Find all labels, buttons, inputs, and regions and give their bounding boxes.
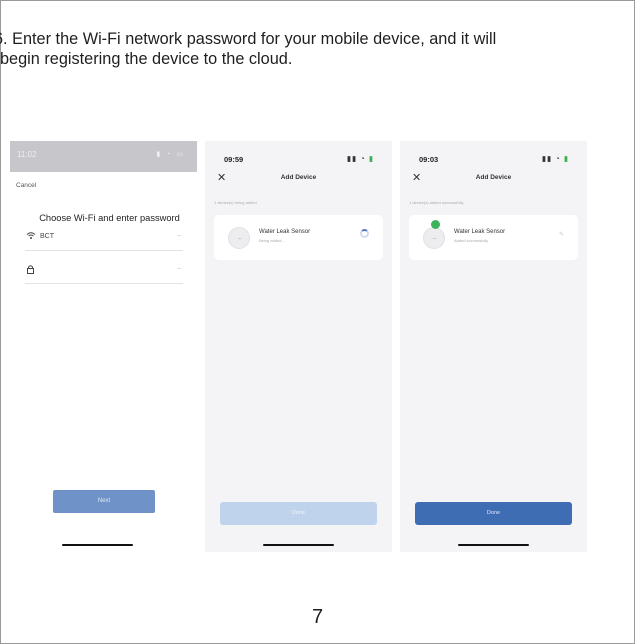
status-bar: 11:02 ▮ ◔ ▭: [10, 141, 197, 172]
loading-spinner-icon: [360, 229, 369, 238]
success-badge-icon: [431, 220, 440, 229]
device-status: Added successfully: [454, 238, 489, 243]
adding-device-screen: 09:59 ▮▮ ◔ ▮ ✕ Add Device 1 device(s) be…: [205, 141, 392, 552]
instruction-text: 6. Enter the Wi-Fi network password for …: [0, 30, 497, 68]
wifi-password-screen: 11:02 ▮ ◔ ▭ Cancel Choose Wi-Fi and ente…: [10, 141, 197, 552]
device-name: Water Leak Sensor: [454, 229, 506, 235]
done-button[interactable]: Done: [220, 502, 377, 525]
device-added-screen: 09:03 ▮▮ ◔ ▮ ✕ Add Device 1 device(s) ad…: [400, 141, 587, 552]
status-time: 09:03: [419, 155, 439, 164]
status-time: 11:02: [17, 150, 37, 159]
edit-icon[interactable]: ✎: [559, 231, 564, 238]
signal-wifi-battery-icon: ▮▮ ◔ ▮: [346, 154, 374, 163]
next-button[interactable]: Next: [53, 490, 155, 513]
wifi-icon: [26, 231, 36, 242]
nav-title: Add Device: [280, 174, 317, 181]
device-card: Water Leak Sensor Added successfully ✎: [409, 215, 578, 260]
chevron-right-icon: –: [177, 232, 181, 239]
done-button[interactable]: Done: [415, 502, 572, 525]
success-hint: 1 device(s) added successfully: [409, 200, 464, 205]
eye-icon[interactable]: –: [177, 265, 181, 272]
cancel-button[interactable]: Cancel: [16, 182, 36, 189]
home-indicator: [263, 544, 334, 546]
status-time: 09:59: [224, 155, 244, 164]
nav-title: Add Device: [475, 174, 512, 181]
home-indicator: [62, 544, 133, 546]
screen-title: Choose Wi-Fi and enter password: [39, 213, 180, 223]
home-indicator: [458, 544, 529, 546]
progress-hint: 1 device(s) being added: [214, 200, 257, 205]
device-name: Water Leak Sensor: [259, 229, 311, 235]
sensor-icon: [228, 227, 250, 249]
sensor-icon: [423, 227, 445, 249]
wifi-network-field[interactable]: BCT –: [25, 228, 183, 251]
lock-icon: [26, 264, 35, 276]
wifi-ssid: BCT: [40, 233, 54, 240]
signal-wifi-battery-icon: ▮▮ ◔ ▮: [541, 154, 569, 163]
signal-wifi-battery-icon: ▮ ◔ ▭: [156, 151, 185, 158]
device-status: Being added...: [259, 238, 285, 243]
password-field[interactable]: –: [25, 261, 183, 284]
page-number: 7: [311, 606, 324, 628]
device-card: Water Leak Sensor Being added...: [214, 215, 383, 260]
